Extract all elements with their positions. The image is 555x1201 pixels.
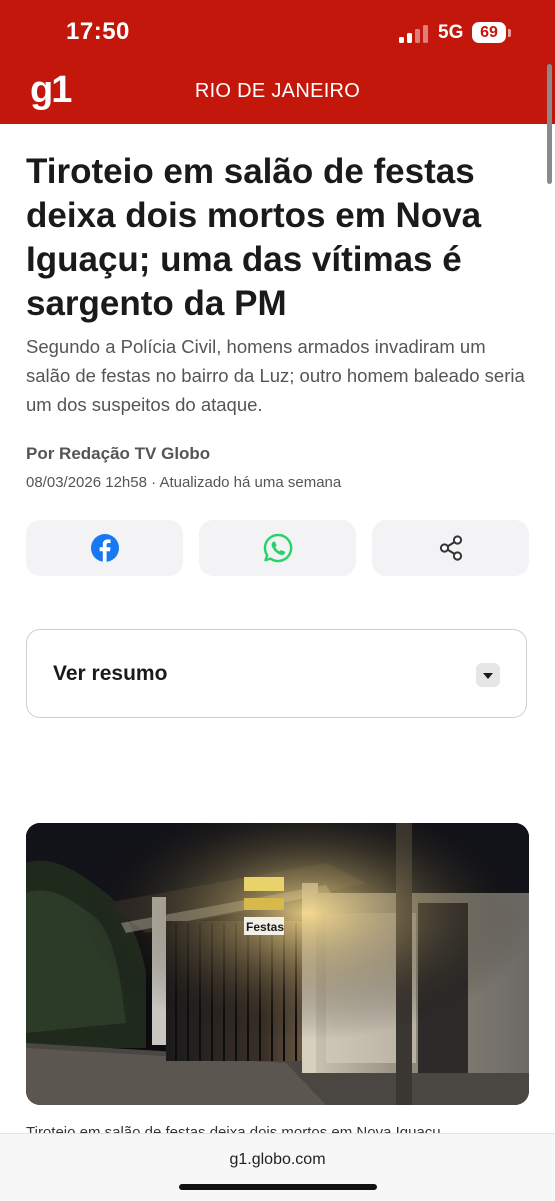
article-byline: Por Redação TV Globo	[26, 444, 211, 463]
article-photo[interactable]: Festas	[26, 823, 529, 1105]
photo-scene	[26, 823, 529, 1105]
whatsapp-share-button[interactable]	[199, 520, 356, 576]
section-title[interactable]: RIO DE JANEIRO	[0, 80, 555, 103]
summary-accordion[interactable]: Ver resumo	[26, 629, 527, 718]
header: 17:50 5G 69 g1 RIO DE JANEIRO	[0, 0, 555, 124]
scrollbar[interactable]	[547, 64, 552, 184]
summary-label: Ver resumo	[53, 662, 168, 685]
article-subtitle: Segundo a Polícia Civil, homens armados …	[26, 336, 525, 415]
browser-address-bar[interactable]: g1.globo.com	[0, 1133, 555, 1201]
url-text[interactable]: g1.globo.com	[0, 1151, 555, 1169]
facebook-share-button[interactable]	[26, 520, 183, 576]
share-button[interactable]	[372, 520, 529, 576]
status-time: 17:50	[66, 18, 130, 45]
article-title: Tiroteio em salão de festas deixa dois m…	[26, 152, 482, 323]
facebook-icon	[90, 534, 119, 562]
battery-tip	[508, 29, 511, 37]
battery-icon: 69	[472, 22, 506, 43]
network-type: 5G	[438, 22, 464, 43]
photo-caption: Tiroteio em salão de festas deixa dois m…	[26, 1124, 441, 1134]
whatsapp-icon	[263, 533, 292, 563]
photo-sign-text: Festas	[246, 920, 285, 934]
article-dateline: 08/03/2026 12h58 · Atualizado há uma sem…	[26, 474, 342, 491]
home-indicator[interactable]	[179, 1184, 377, 1190]
share-icon	[439, 535, 462, 561]
chevron-down-icon[interactable]	[476, 663, 500, 687]
signal-icon	[399, 25, 429, 43]
